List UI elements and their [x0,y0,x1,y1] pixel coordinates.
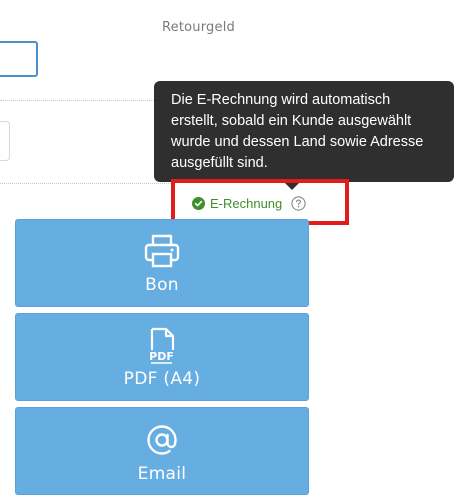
email-receipt-label: Email [137,464,187,484]
pdf-export-label: PDF (A4) [123,369,201,389]
printer-icon [144,234,180,268]
payment-amount-input[interactable] [0,121,10,161]
print-receipt-label: Bon [145,275,179,295]
erechnung-tooltip: Die E-Rechnung wird automatisch erstellt… [154,81,454,182]
question-circle-icon[interactable] [291,195,306,211]
divider [0,183,175,184]
pdf-export-button[interactable]: PDF PDF (A4) [15,313,309,401]
pdf-file-icon: PDF [149,327,175,364]
at-sign-icon [147,425,177,455]
change-amount-input[interactable] [0,41,38,77]
erechnung-label: E-Rechnung [210,195,283,211]
print-receipt-button[interactable]: Bon [15,219,309,307]
payment-panel: Retourgeld Die E-Rechnung wird automatis… [0,0,458,502]
svg-text:PDF: PDF [149,350,174,363]
tooltip-text: Die E-Rechnung wird automatisch erstellt… [171,92,424,171]
check-circle-icon [192,196,205,210]
erechnung-status: E-Rechnung [192,195,306,211]
email-receipt-button[interactable]: Email [15,407,309,495]
divider [0,100,160,101]
change-label: Retourgeld [162,20,235,35]
